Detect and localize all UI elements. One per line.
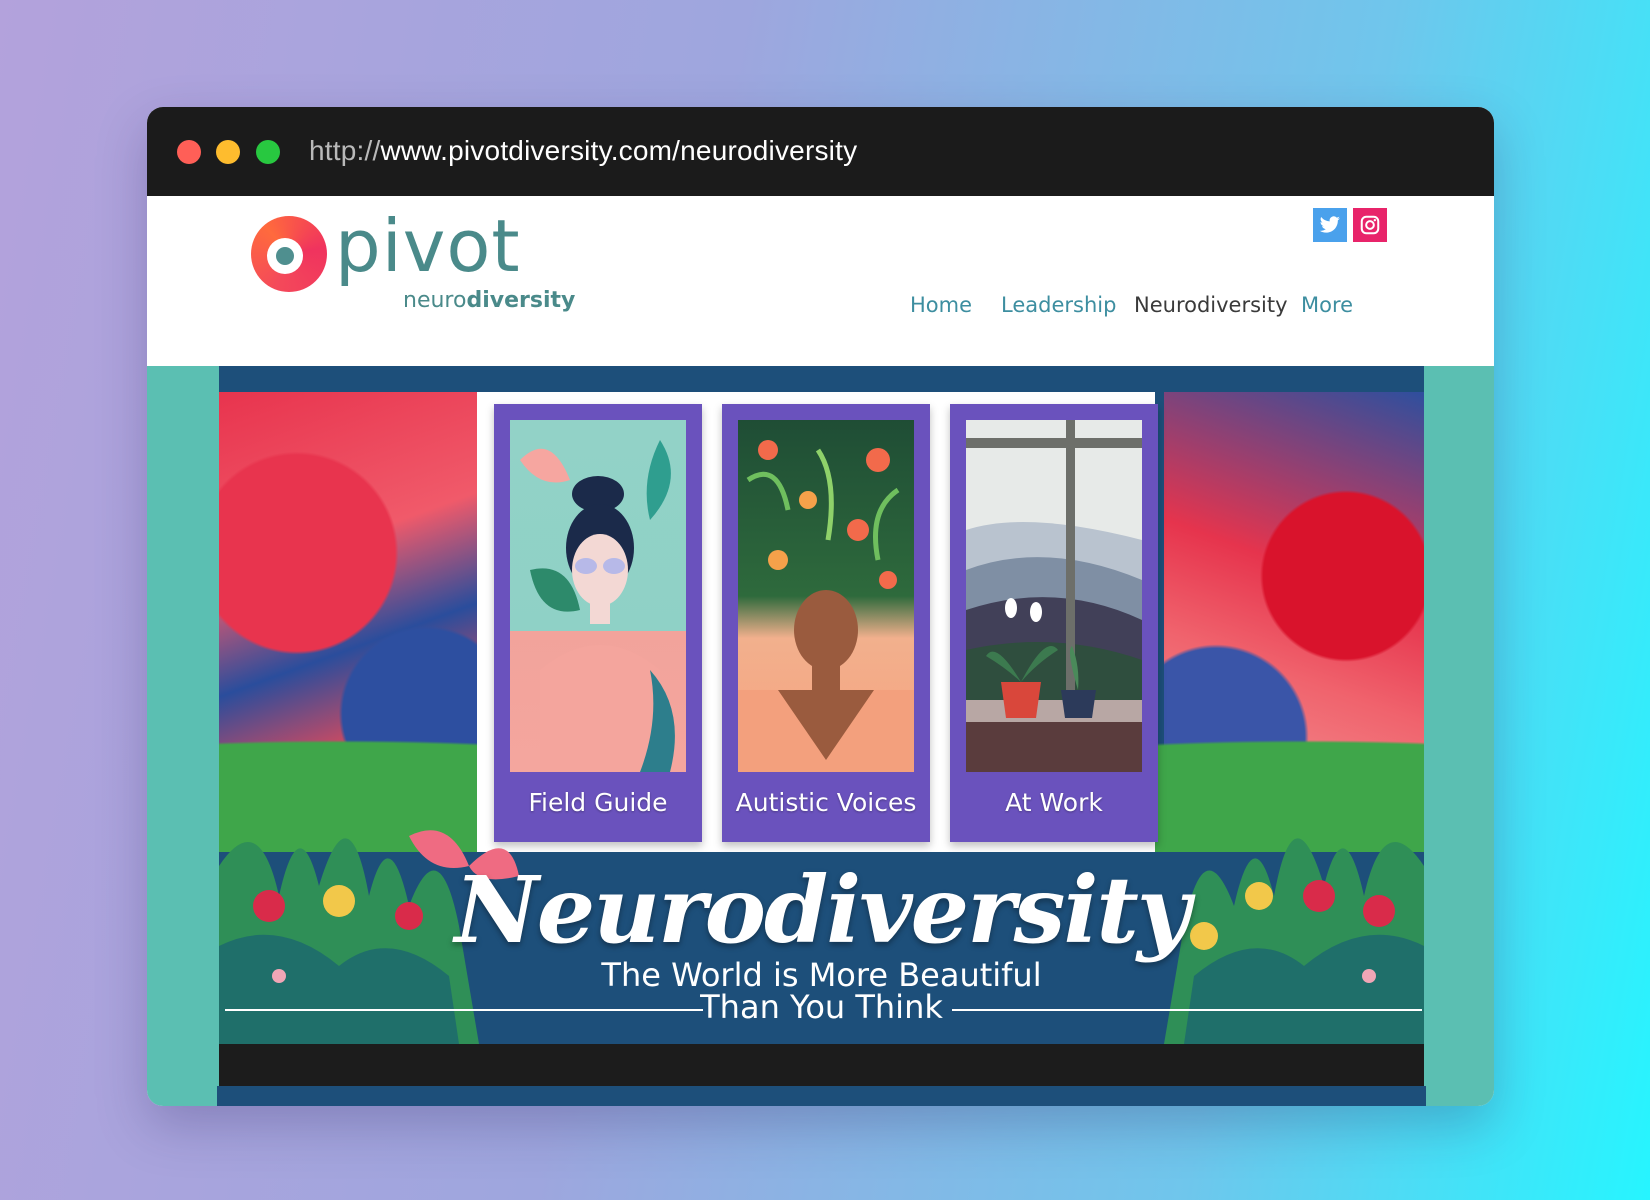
minimize-window-button[interactable] [216, 140, 240, 164]
logo-wordmark: pivot [335, 204, 521, 288]
twitter-icon[interactable] [1313, 208, 1347, 242]
url-text: www.pivotdiversity.com/neurodiversity [380, 135, 858, 166]
nav-leadership[interactable]: Leadership [1001, 293, 1116, 317]
logo-sub-light: neuro [403, 288, 467, 313]
pivot-logo-mark-icon [251, 216, 327, 292]
hero-banner: Field Guide Autistic Voices At Work Neur… [219, 366, 1424, 1044]
autistic-voices-illustration [738, 420, 914, 772]
close-window-button[interactable] [177, 140, 201, 164]
address-bar[interactable]: http://www.pivotdiversity.com/neurodiver… [309, 135, 857, 167]
hero-bottom-bar [219, 1044, 1424, 1086]
nav-home[interactable]: Home [910, 293, 972, 317]
instagram-icon[interactable] [1353, 208, 1387, 242]
browser-window: http://www.pivotdiversity.com/neurodiver… [147, 107, 1494, 1106]
url-protocol: http:// [309, 135, 381, 166]
hero-top-strip [219, 366, 1424, 392]
hero-bottom-strip [217, 1086, 1426, 1106]
hero-title: Neurodiversity [454, 856, 1191, 964]
field-guide-illustration [510, 420, 686, 772]
logo-sub-bold: diversity [466, 288, 576, 313]
hero-subtitle-line2: Than You Think [700, 988, 943, 1026]
site-header: pivot neurodiversity Home Leadership Neu… [147, 196, 1494, 366]
browser-titlebar: http://www.pivotdiversity.com/neurodiver… [147, 107, 1494, 196]
nav-more[interactable]: More [1301, 293, 1353, 317]
maximize-window-button[interactable] [256, 140, 280, 164]
nav-neurodiversity[interactable]: Neurodiversity [1134, 293, 1288, 317]
at-work-illustration [966, 420, 1142, 772]
logo-subtitle: neurodiversity [403, 288, 575, 313]
